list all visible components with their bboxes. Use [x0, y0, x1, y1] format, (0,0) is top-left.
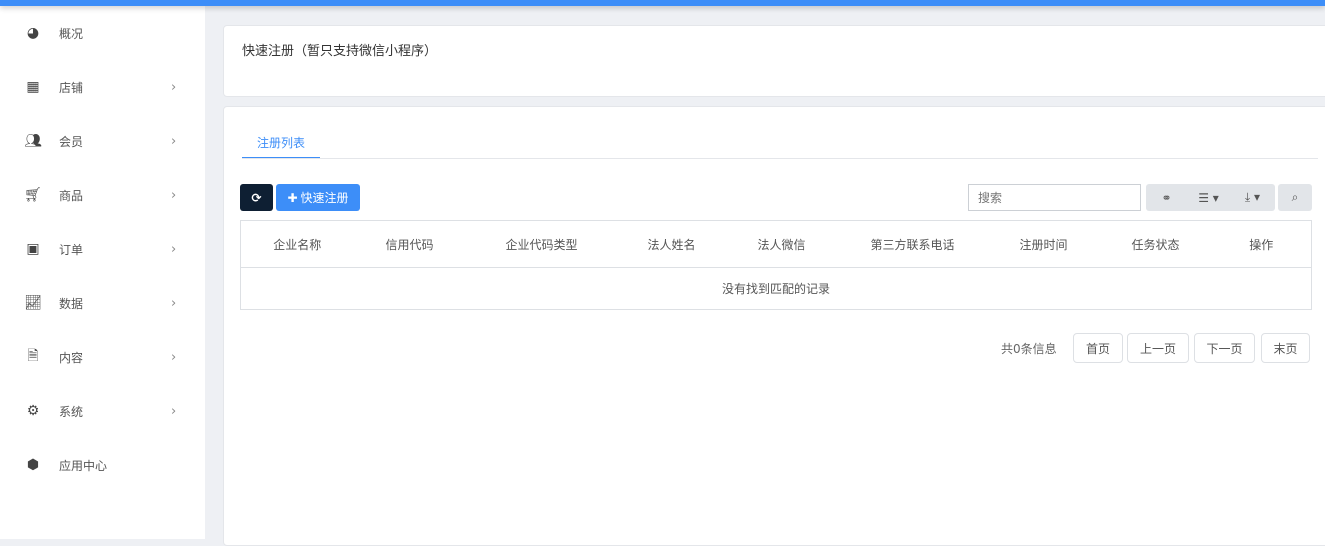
- column-header[interactable]: 法人微信: [725, 220, 838, 268]
- export-icon[interactable]: ⤓ ▾: [1231, 190, 1275, 205]
- sidebar-item-orders[interactable]: ▣ 订单 ›: [0, 222, 205, 276]
- plus-icon: ✚: [287, 190, 298, 205]
- refresh-icon: ⟳: [251, 190, 262, 205]
- toolbar-group: ⚭ ☰ ▾ ⤓ ▾: [1146, 184, 1275, 211]
- sidebar-item-overview[interactable]: ◕ 概况: [0, 6, 205, 60]
- column-header[interactable]: 企业名称: [240, 220, 354, 268]
- cube-icon: ⬢: [26, 457, 40, 473]
- column-header[interactable]: 信用代码: [353, 220, 466, 268]
- search-input[interactable]: [968, 184, 1141, 211]
- refresh-button[interactable]: ⟳: [240, 184, 273, 211]
- prev-page-button[interactable]: 上一页: [1127, 333, 1189, 363]
- column-header[interactable]: 第三方联系电话: [837, 220, 988, 268]
- columns-icon[interactable]: ☰ ▾: [1187, 191, 1231, 205]
- column-header[interactable]: 注册时间: [987, 220, 1100, 268]
- sidebar-item-products[interactable]: 🛒︎ 商品 ›: [0, 168, 205, 222]
- chart-icon: 📈︎: [24, 295, 42, 311]
- chevron-right-icon: ›: [171, 79, 177, 95]
- chevron-right-icon: ›: [171, 241, 177, 257]
- list-card: 注册列表 ⟳ ✚快速注册 ⚭ ☰ ▾ ⤓ ▾ ⌕ 企业名称 信用代码 企业代码类…: [223, 106, 1325, 546]
- total-count: 共0条信息: [1001, 342, 1057, 356]
- top-bar: [0, 0, 1325, 6]
- chevron-right-icon: ›: [171, 403, 177, 419]
- chevron-right-icon: ›: [171, 349, 177, 365]
- search-button[interactable]: ⌕: [1278, 184, 1312, 211]
- chevron-right-icon: ›: [171, 133, 177, 149]
- sidebar-item-data[interactable]: 📈︎ 数据 ›: [0, 276, 205, 330]
- toggle-icon[interactable]: ⚭: [1147, 191, 1187, 205]
- sidebar: ◕ 概况 ▦ 店铺 › 👥︎ 会员 › 🛒︎ 商品 › ▣ 订单 › 📈︎ 数据 › 🗎 内容 › ⚙ 系统…: [0, 6, 205, 539]
- table-header-row: 企业名称 信用代码 企业代码类型 法人姓名 法人微信 第三方联系电话 注册时间 …: [240, 220, 1312, 268]
- gear-icon: ⚙: [26, 403, 40, 419]
- header-card: 快速注册（暂只支持微信小程序）: [223, 25, 1325, 97]
- sidebar-item-content[interactable]: 🗎 内容 ›: [0, 330, 205, 384]
- chevron-right-icon: ›: [171, 187, 177, 203]
- first-page-button[interactable]: 首页: [1073, 333, 1123, 363]
- users-icon: 👥︎: [24, 133, 42, 149]
- dashboard-icon: ◕: [26, 25, 40, 41]
- search-icon: ⌕: [1291, 190, 1299, 204]
- quick-register-button[interactable]: ✚ 快速注册: [276, 184, 360, 211]
- sidebar-item-shop[interactable]: ▦ 店铺 ›: [0, 60, 205, 114]
- column-header[interactable]: 法人姓名: [617, 220, 726, 268]
- last-page-button[interactable]: 末页: [1261, 333, 1310, 363]
- tab-divider: [242, 158, 1318, 159]
- document-icon: 🗎: [27, 348, 39, 364]
- grid-icon: ▦: [26, 79, 40, 95]
- tab-register-list[interactable]: 注册列表: [242, 129, 320, 159]
- column-header[interactable]: 操作: [1211, 220, 1312, 268]
- sidebar-item-members[interactable]: 👥︎ 会员 ›: [0, 114, 205, 168]
- register-table: 企业名称 信用代码 企业代码类型 法人姓名 法人微信 第三方联系电话 注册时间 …: [240, 220, 1312, 310]
- money-icon: ▣: [26, 241, 40, 257]
- column-header[interactable]: 任务状态: [1099, 220, 1212, 268]
- empty-text: 没有找到匹配的记录: [721, 282, 830, 296]
- sidebar-item-apps[interactable]: ⬢ 应用中心: [0, 438, 205, 492]
- page-title: 快速注册（暂只支持微信小程序）: [242, 44, 438, 59]
- column-header[interactable]: 企业代码类型: [465, 220, 618, 268]
- sidebar-item-system[interactable]: ⚙ 系统 ›: [0, 384, 205, 438]
- cart-icon: 🛒︎: [24, 187, 42, 203]
- next-page-button[interactable]: 下一页: [1194, 333, 1255, 363]
- empty-row: 没有找到匹配的记录: [241, 268, 1312, 310]
- chevron-right-icon: ›: [171, 295, 177, 311]
